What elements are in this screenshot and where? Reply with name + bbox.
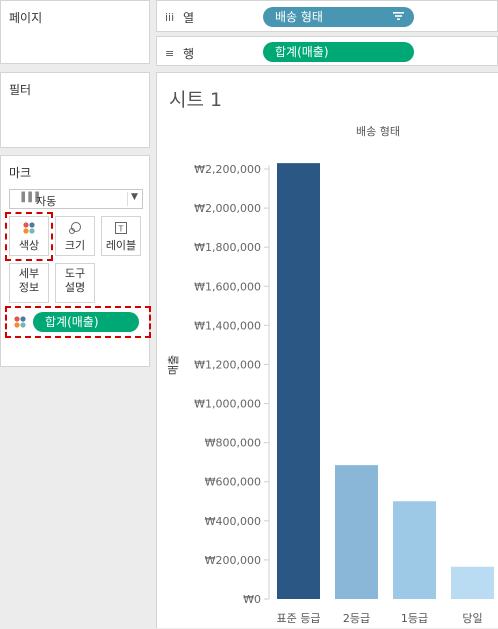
size-button[interactable]: 크기 [55, 216, 95, 256]
label-button[interactable]: T 레이블 [101, 216, 141, 256]
rows-label: 행 [183, 47, 195, 61]
y-tick-label: ₩2,000,000 [194, 202, 261, 215]
y-tick-label: ₩2,200,000 [194, 163, 261, 176]
x-category-label: 2등급 [343, 612, 370, 625]
tooltip-button-label-2: 설명 [64, 281, 86, 294]
color-pill-highlight [5, 306, 151, 338]
columns-shelf[interactable]: iii 열 배송 형태 [156, 0, 498, 32]
color-button-highlight [5, 212, 53, 261]
columns-label: 열 [183, 11, 195, 25]
sheet-view: 시트 1 배송 형태 매출 ₩0 ₩200,000 ₩400,000 ₩600,000 ₩8… [156, 72, 498, 628]
bar [451, 566, 494, 599]
label-button-label: 레이블 [105, 239, 137, 252]
y-axis-label: 매출 [167, 355, 180, 375]
filters-panel[interactable]: 필터 [0, 72, 150, 148]
y-tick-label: ₩1,800,000 [194, 241, 261, 254]
rows-icon: ≡ [165, 47, 175, 60]
dropdown-separator [127, 192, 128, 206]
x-category-label: 1등급 [401, 612, 428, 625]
y-tick-label: ₩1,000,000 [194, 398, 261, 411]
size-button-label: 크기 [64, 239, 86, 252]
detail-button-label-2: 정보 [18, 281, 40, 294]
tooltip-button-label-1: 도구 [64, 267, 86, 280]
y-tick-label: ₩800,000 [205, 437, 261, 450]
chevron-down-icon[interactable]: ▼ [131, 192, 138, 202]
sort-descending-icon[interactable] [393, 7, 404, 27]
bar [393, 501, 436, 599]
y-tick-label: ₩1,600,000 [194, 280, 261, 293]
column-field-label: 배송 형태 [275, 10, 323, 24]
column-field-pill[interactable]: 배송 형태 [263, 7, 414, 27]
y-tick-label: ₩200,000 [205, 554, 261, 567]
bar [277, 163, 320, 599]
column-header: 배송 형태 [356, 125, 400, 138]
svg-text:T: T [118, 225, 124, 234]
rows-shelf[interactable]: ≡ 행 합계(매출) [156, 36, 498, 66]
detail-button[interactable]: 세부 정보 [9, 263, 49, 303]
tooltip-button[interactable]: 도구 설명 [55, 263, 95, 303]
y-tick-label: ₩1,200,000 [194, 358, 261, 371]
detail-button-label-1: 세부 [18, 267, 40, 280]
marks-panel: 마크 ▐▐▐ 자동 ▼ 색상 크기 T 레이블 세부 정보 도구 설명 합계(매… [0, 155, 151, 367]
mark-type-label: 자동 [36, 195, 57, 208]
size-circles-icon [56, 221, 94, 239]
x-category-label: 표준 등급 [277, 612, 321, 625]
bar [335, 465, 378, 599]
bar-chart: 배송 형태매출 ₩0 ₩200,000 ₩400,000 ₩600,000 ₩800,00… [167, 125, 494, 625]
marks-title: 마크 [9, 166, 32, 180]
y-tick-label: ₩600,000 [205, 476, 261, 489]
text-label-icon: T [102, 221, 140, 239]
pages-panel: 페이지 [0, 0, 150, 64]
y-tick-label: ₩400,000 [205, 515, 261, 528]
y-tick-label: ₩0 [243, 593, 261, 606]
row-field-pill[interactable]: 합계(매출) [263, 42, 414, 62]
mark-type-dropdown[interactable]: ▐▐▐ 자동 ▼ [9, 189, 143, 209]
y-tick-label: ₩1,400,000 [194, 319, 261, 332]
columns-icon: iii [165, 11, 175, 24]
x-category-label: 당일 [462, 611, 482, 625]
filters-title: 필터 [9, 83, 32, 97]
pages-title: 페이지 [9, 11, 43, 25]
